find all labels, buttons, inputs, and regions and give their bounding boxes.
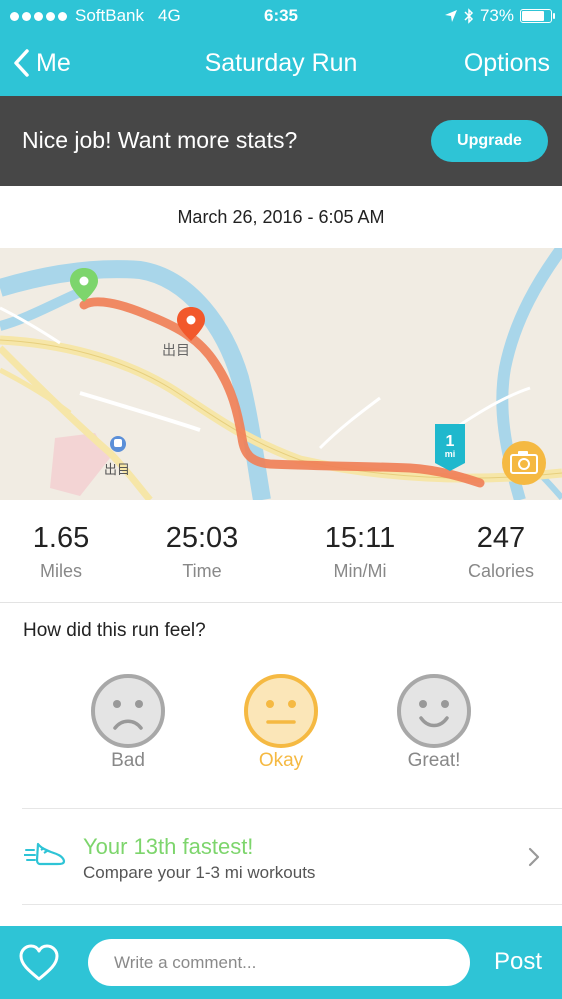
- sad-face-icon: [91, 674, 165, 748]
- options-button[interactable]: Options: [464, 49, 550, 78]
- svg-text:mi: mi: [445, 449, 456, 459]
- stat-time: 25:03 Time: [137, 522, 267, 582]
- route-map[interactable]: 出目 出目 1 mi: [0, 248, 562, 500]
- status-bar: SoftBank 4G 6:35 73%: [0, 0, 562, 32]
- divider: [22, 808, 562, 809]
- mile-marker-icon: 1 mi: [435, 424, 465, 471]
- chevron-left-icon: [14, 49, 29, 77]
- stat-value: 15:11: [324, 522, 396, 554]
- run-date: March 26, 2016 - 6:05 AM: [177, 207, 385, 227]
- post-button[interactable]: Post: [494, 948, 542, 976]
- feel-great-button[interactable]: [396, 673, 472, 749]
- navigation-bar: Me Saturday Run Options: [0, 32, 562, 96]
- status-right: 73%: [444, 6, 555, 26]
- feel-bad-label: Bad: [111, 750, 145, 771]
- battery-percent: 73%: [479, 6, 514, 25]
- upgrade-button[interactable]: Upgrade: [431, 120, 548, 162]
- place-label-lower: 出目: [104, 463, 130, 478]
- map-canvas: 出目 出目 1 mi: [0, 248, 562, 500]
- comment-input[interactable]: [88, 939, 470, 986]
- stat-miles: 1.65 Miles: [0, 522, 126, 582]
- feel-okay-label: Okay: [258, 750, 304, 771]
- svg-text:1: 1: [446, 433, 455, 450]
- stat-label: Min/Mi: [333, 561, 387, 581]
- road-minor-3: [318, 396, 381, 450]
- compare-workouts-row[interactable]: Your 13th fastest! Compare your 1-3 mi w…: [0, 810, 562, 905]
- road-tertiary: [0, 367, 72, 416]
- stat-value: 247: [476, 522, 526, 554]
- happy-face-icon: [397, 674, 471, 748]
- back-button[interactable]: Me: [12, 48, 71, 78]
- achievement-subtitle: Compare your 1-3 mi workouts: [83, 863, 316, 882]
- feel-bad-button[interactable]: [90, 673, 166, 749]
- back-label: Me: [36, 48, 71, 77]
- stat-calories: 247 Calories: [436, 522, 562, 582]
- comment-bar: Post: [0, 926, 562, 999]
- promo-text: Nice job! Want more stats?: [22, 127, 298, 153]
- stat-value: 1.65: [32, 522, 90, 554]
- stat-label: Miles: [39, 561, 82, 581]
- upgrade-banner: Nice job! Want more stats? Upgrade: [0, 96, 562, 186]
- stat-label: Calories: [467, 561, 535, 581]
- achievement-title: Your 13th fastest!: [83, 834, 254, 859]
- stat-label: Time: [182, 561, 222, 581]
- feel-okay-button[interactable]: [243, 673, 319, 749]
- battery-icon: [520, 9, 555, 23]
- bluetooth-icon: [464, 8, 474, 24]
- stat-value: 25:03: [165, 522, 239, 554]
- chevron-right-icon: [528, 847, 540, 867]
- feel-question: How did this run feel?: [23, 620, 206, 641]
- train-station-icon: [110, 436, 126, 452]
- place-label-upper: 出目: [162, 343, 190, 359]
- camera-button[interactable]: [502, 441, 546, 485]
- running-shoe-icon: [24, 842, 66, 866]
- location-arrow-icon: [444, 10, 457, 22]
- stat-pace: 15:11 Min/Mi: [295, 522, 425, 582]
- divider: [22, 904, 562, 905]
- run-stats: 1.65 Miles 25:03 Time 15:11 Min/Mi 247 C…: [0, 500, 562, 603]
- neutral-face-icon: [244, 674, 318, 748]
- feel-great-label: Great!: [407, 750, 461, 771]
- heart-icon[interactable]: [18, 944, 60, 982]
